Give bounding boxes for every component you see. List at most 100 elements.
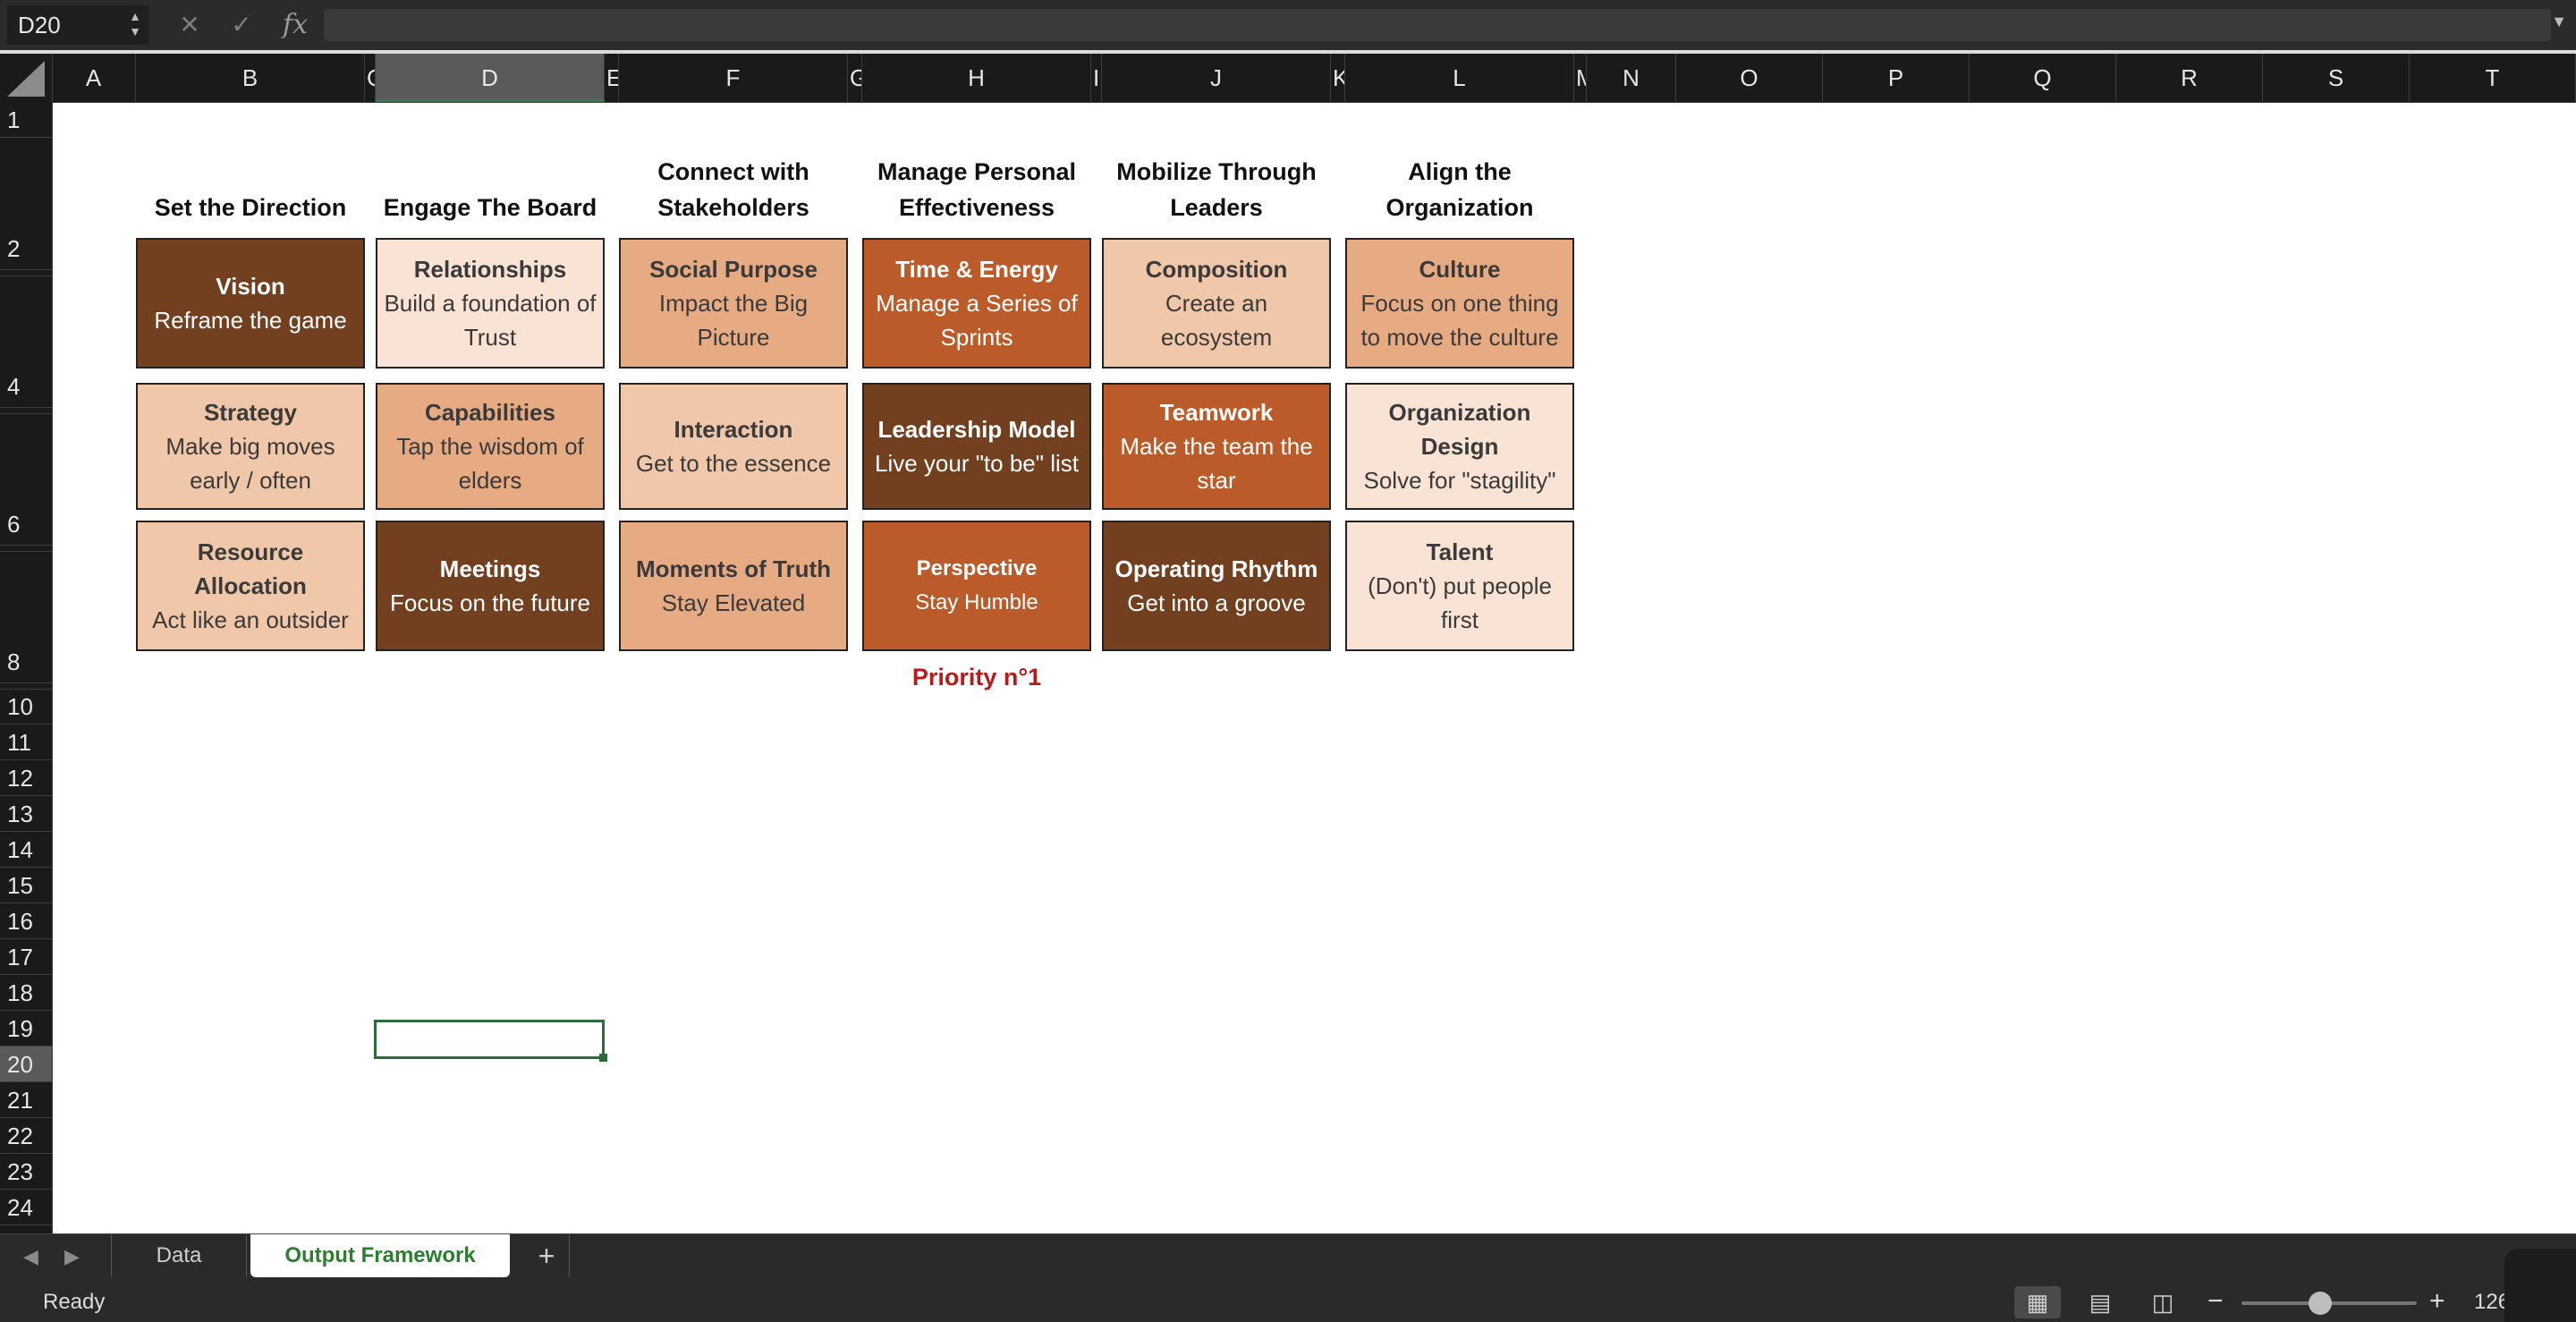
column-header-j[interactable]: J — [1102, 54, 1331, 102]
row-header: 1 2 4 6 8 10 11 12 13 14 15 16 17 18 19 20 21 22 23 24 — [0, 102, 53, 1234]
row-header-21[interactable]: 21 — [0, 1082, 52, 1118]
tile-description: Live your "to be" list — [874, 450, 1079, 477]
column-header-d[interactable]: D — [376, 54, 605, 102]
tile-title: Time & Energy — [895, 256, 1058, 283]
column-header-l[interactable]: L — [1345, 54, 1574, 102]
framework-tile[interactable]: Social Purpose Impact the Big Picture — [619, 238, 848, 369]
formula-input[interactable] — [324, 9, 2551, 41]
column-header-e[interactable]: E — [605, 54, 619, 102]
cancel-icon[interactable]: ✕ — [172, 7, 208, 43]
row-header-17[interactable]: 17 — [0, 939, 52, 975]
framework-tile[interactable]: Teamwork Make the team the star — [1102, 383, 1331, 510]
row-header-19[interactable]: 19 — [0, 1011, 52, 1047]
framework-tile[interactable]: Operating Rhythm Get into a groove — [1102, 521, 1331, 651]
row-header-16[interactable]: 16 — [0, 903, 52, 939]
normal-view-icon[interactable]: ▦ — [2014, 1286, 2061, 1318]
framework-tile[interactable]: Interaction Get to the essence — [619, 383, 848, 510]
row-header-13[interactable]: 13 — [0, 796, 52, 832]
zoom-out-icon[interactable]: − — [2207, 1286, 2224, 1317]
tile-title: Strategy — [203, 399, 298, 426]
formula-bar: D20 ▲ ▼ ✕ ✓ fx ▼ — [0, 0, 2576, 50]
framework-tile[interactable]: Talent (Don't) put people first — [1345, 521, 1574, 651]
row-header-23[interactable]: 23 — [0, 1154, 52, 1190]
column-header-k[interactable]: K — [1331, 54, 1345, 102]
framework-tile[interactable]: Culture Focus on one thing to move the cu… — [1345, 238, 1574, 369]
column-header-n[interactable]: N — [1587, 54, 1676, 102]
row-header-4[interactable]: 4 — [0, 275, 52, 408]
column-header-i[interactable]: I — [1091, 54, 1102, 102]
column-header-g[interactable]: G — [848, 54, 862, 102]
add-sheet-button[interactable]: + — [524, 1234, 570, 1277]
column-header-s[interactable]: S — [2263, 54, 2410, 102]
status-text: Ready — [43, 1290, 106, 1314]
framework-tile[interactable]: Meetings Focus on the future — [376, 521, 605, 651]
category-header-line2: Engage The Board — [383, 194, 597, 221]
tile-title: Vision — [216, 273, 285, 300]
chevron-down-icon[interactable]: ▼ — [2551, 13, 2567, 31]
tile-title: Culture — [1419, 256, 1501, 283]
function-icon[interactable]: fx — [277, 7, 313, 43]
tile-title: Leadership Model — [877, 416, 1076, 443]
framework-tile[interactable]: Time & Energy Manage a Series of Sprints — [862, 238, 1091, 369]
framework-tile[interactable]: Perspective Stay Humble — [862, 521, 1091, 651]
framework-tile[interactable]: Strategy Make big moves early / often — [136, 383, 365, 510]
framework-tile[interactable]: Organization Design Solve for "stagility" — [1345, 383, 1574, 510]
framework-tile[interactable]: Composition Create an ecosystem — [1102, 238, 1331, 369]
category-header-line2: Set the Direction — [154, 194, 347, 221]
scroll-left-icon[interactable]: ◀ — [23, 1245, 38, 1268]
column-header-b[interactable]: B — [136, 54, 365, 102]
name-box-stepper-icon[interactable]: ▲ ▼ — [125, 9, 145, 41]
zoom-in-icon[interactable]: + — [2429, 1286, 2445, 1317]
column-header-p[interactable]: P — [1823, 54, 1970, 102]
row-header-24[interactable]: 24 — [0, 1190, 52, 1225]
column-header-c[interactable]: C — [365, 54, 376, 102]
row-header-20[interactable]: 20 — [0, 1047, 52, 1082]
column-header-r[interactable]: R — [2116, 54, 2263, 102]
row-header-11[interactable]: 11 — [0, 725, 52, 760]
framework-tile[interactable]: Capabilities Tap the wisdom of elders — [376, 383, 605, 510]
framework-tile[interactable]: Moments of Truth Stay Elevated — [619, 521, 848, 651]
category-header-line2: Leaders — [1170, 194, 1263, 221]
row-header-14[interactable]: 14 — [0, 832, 52, 868]
category-header-line1: Align the — [1408, 158, 1512, 185]
zoom-slider-thumb[interactable] — [2309, 1292, 2333, 1315]
column-header-h[interactable]: H — [862, 54, 1091, 102]
row-header-1[interactable]: 1 — [0, 102, 52, 138]
framework-tile[interactable]: Relationships Build a foundation of Trust — [376, 238, 605, 369]
tile-title: Organization Design — [1388, 399, 1531, 460]
column-header-f[interactable]: F — [619, 54, 848, 102]
column-header-a[interactable]: A — [52, 54, 136, 102]
tile-description: Build a foundation of Trust — [384, 290, 597, 351]
confirm-icon[interactable]: ✓ — [224, 7, 259, 43]
tile-title: Meetings — [439, 555, 541, 582]
tile-title: Composition — [1145, 256, 1288, 283]
category-header-line2: Organization — [1385, 194, 1534, 221]
framework-tile[interactable]: Resource Allocation Act like an outsider — [136, 521, 365, 651]
row-header-22[interactable]: 22 — [0, 1118, 52, 1154]
column-header-m[interactable]: M — [1574, 54, 1587, 102]
category-header-line1: Connect with — [657, 158, 809, 185]
framework-tile[interactable]: Vision Reframe the game — [136, 238, 365, 369]
row-header-2[interactable]: 2 — [0, 138, 52, 270]
row-header-12[interactable]: 12 — [0, 760, 52, 796]
row-header-15[interactable]: 15 — [0, 868, 52, 903]
row-header-6[interactable]: 6 — [0, 413, 52, 546]
sheet-tab-output-framework[interactable]: Output Framework — [250, 1234, 510, 1277]
page-layout-view-icon[interactable]: ▤ — [2077, 1286, 2123, 1318]
tile-description: Stay Humble — [915, 590, 1038, 614]
column-header-t[interactable]: T — [2410, 54, 2576, 102]
selected-cell[interactable] — [374, 1020, 605, 1059]
sheet-tab-data[interactable]: Data — [111, 1234, 247, 1277]
scroll-right-icon[interactable]: ▶ — [64, 1245, 80, 1268]
framework-tile[interactable]: Leadership Model Live your "to be" list — [862, 383, 1091, 510]
fill-handle[interactable] — [599, 1054, 607, 1062]
row-header-8[interactable]: 8 — [0, 551, 52, 683]
row-header-18[interactable]: 18 — [0, 975, 52, 1011]
category-header: Engage The Board — [376, 154, 605, 225]
page-break-view-icon[interactable]: ◫ — [2140, 1286, 2186, 1318]
column-header-q[interactable]: Q — [1970, 54, 2116, 102]
select-all-button[interactable] — [0, 54, 53, 102]
column-header-o[interactable]: O — [1676, 54, 1823, 102]
row-header-10[interactable]: 10 — [0, 689, 52, 725]
sheet-tab-bar: ◀ ▶ Data Output Framework + — [0, 1233, 2576, 1284]
